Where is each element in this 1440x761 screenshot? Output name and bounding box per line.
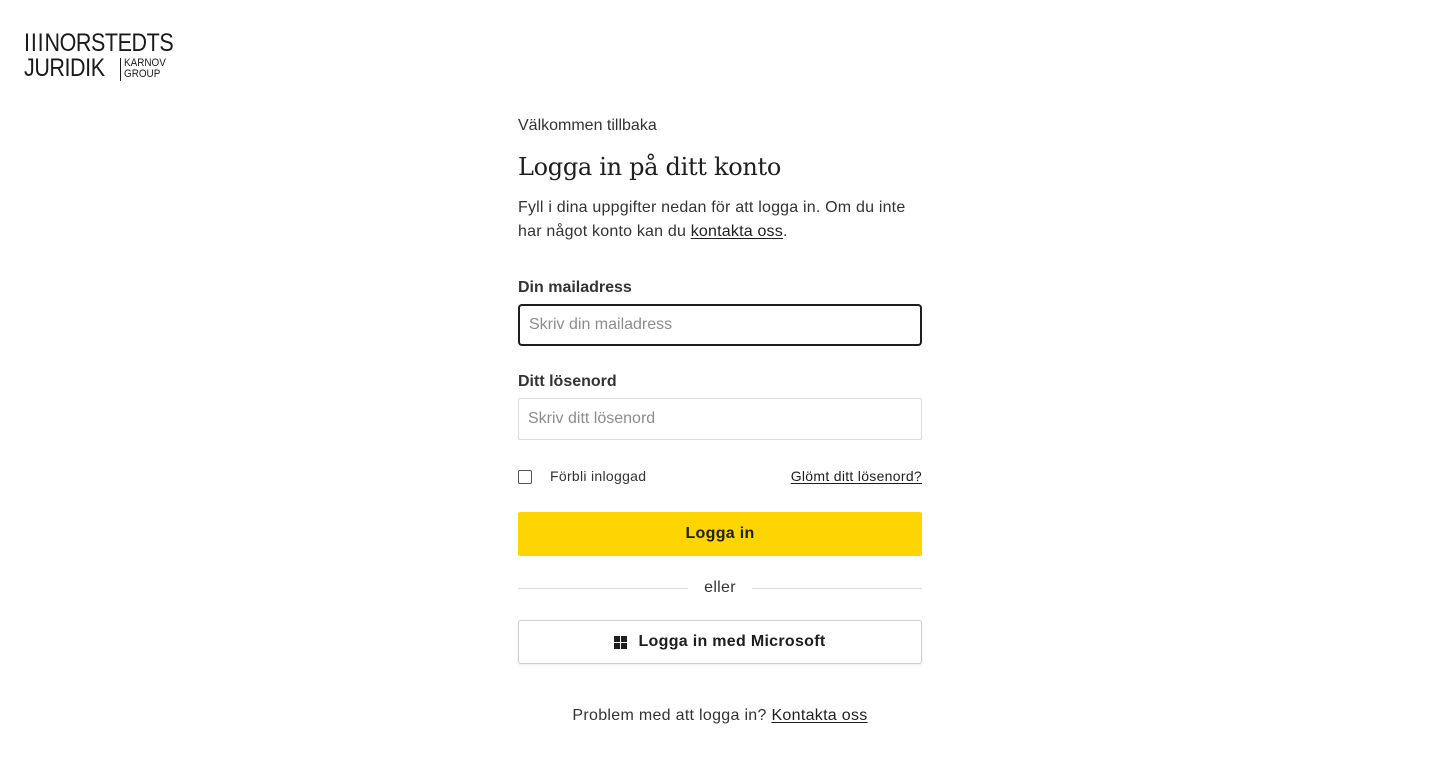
page-title: Logga in på ditt konto — [518, 153, 782, 181]
logo-norstedts: NORSTEDTS — [44, 29, 174, 57]
logo-juridik: JURIDIK — [24, 54, 105, 82]
windows-icon — [614, 635, 628, 649]
contact-us-link[interactable]: kontakta oss — [691, 223, 783, 240]
contact-us-footer-link[interactable]: Kontakta oss — [771, 707, 867, 724]
login-button[interactable]: Logga in — [518, 512, 922, 556]
logo-line-1: IIINORSTEDTS — [24, 29, 174, 57]
or-divider: eller — [518, 578, 922, 598]
password-label: Ditt lösenord — [518, 373, 617, 390]
intro-end: . — [782, 223, 788, 240]
intro-text: Fyll i dina uppgifter nedan för att logg… — [518, 196, 922, 244]
email-field[interactable] — [518, 304, 922, 346]
microsoft-login-button[interactable]: Logga in med Microsoft — [518, 620, 922, 664]
logo-group: GROUP — [124, 68, 161, 80]
email-label: Din mailadress — [518, 279, 632, 296]
welcome-text: Välkommen tillbaka — [518, 117, 657, 134]
logo-divider — [120, 58, 121, 81]
problem-text: Problem med att logga in? — [572, 707, 772, 724]
microsoft-login-label: Logga in med Microsoft — [638, 633, 826, 650]
logo-karnov-group: KARNOV GROUP — [124, 58, 166, 80]
divider-line-right — [752, 588, 922, 589]
remember-me-checkbox[interactable] — [518, 470, 532, 484]
password-field[interactable] — [518, 398, 922, 440]
forgot-password-link[interactable]: Glömt ditt lösenord? — [791, 466, 922, 486]
norstedts-juridik-logo[interactable]: IIINORSTEDTS JURIDIK KARNOV GROUP — [24, 31, 176, 83]
remember-me-label[interactable]: Förbli inloggad — [550, 466, 646, 486]
logo-bars: III — [24, 29, 45, 57]
login-problem-text: Problem med att logga in? Kontakta oss — [518, 706, 922, 726]
remember-me: Förbli inloggad — [518, 466, 646, 486]
